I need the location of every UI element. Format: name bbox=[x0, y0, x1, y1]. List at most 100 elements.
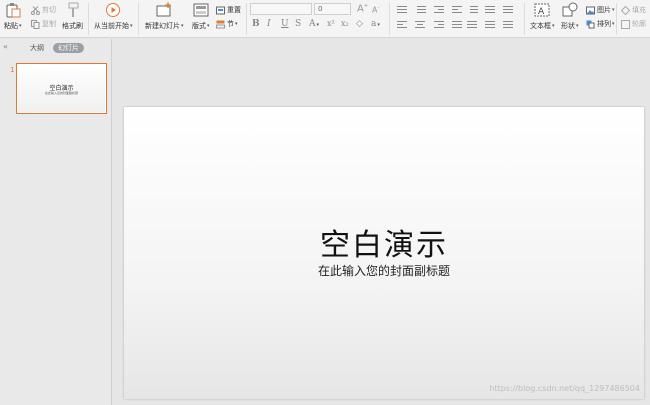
layout-label: 版式 bbox=[192, 22, 206, 30]
text-direction-icon[interactable] bbox=[502, 5, 514, 15]
slide-canvas[interactable]: 空白演示 在此输入您的封面副标题 https://blog.csdn.net/q… bbox=[124, 107, 644, 399]
layout-icon bbox=[193, 2, 209, 18]
slide-title[interactable]: 空白演示 bbox=[124, 220, 644, 264]
font-size-value: 0 bbox=[318, 5, 323, 13]
bold-icon[interactable]: B bbox=[252, 19, 260, 29]
paste-button[interactable]: 粘贴 ▾ bbox=[4, 2, 22, 31]
new-slide-icon bbox=[156, 2, 172, 18]
tab-slides[interactable]: 幻灯片 bbox=[53, 43, 84, 53]
line-spacing-icon[interactable] bbox=[466, 5, 478, 15]
decrease-font-icon: A- bbox=[372, 5, 380, 15]
svg-text:A: A bbox=[538, 7, 545, 17]
shapes-icon bbox=[562, 2, 578, 18]
play-icon bbox=[105, 2, 121, 18]
slide-thumbnail[interactable]: 空白演示 在此输入您的封面副标题 bbox=[16, 63, 107, 114]
textbox-button[interactable]: A 文本框 ▾ bbox=[530, 2, 555, 31]
chevron-down-icon: ▾ bbox=[181, 23, 184, 29]
reset-button[interactable]: 重置 bbox=[216, 5, 241, 15]
chevron-down-icon: ▾ bbox=[235, 21, 238, 27]
toolbar-divider bbox=[138, 3, 139, 35]
chevron-down-icon: ▾ bbox=[576, 23, 579, 29]
reset-icon bbox=[216, 6, 225, 15]
align-right-icon[interactable] bbox=[433, 20, 445, 30]
justify-icon[interactable] bbox=[451, 20, 463, 30]
chevron-down-icon: ▾ bbox=[612, 7, 615, 13]
format-painter-button[interactable]: 格式刷 bbox=[62, 2, 83, 31]
align-left-icon[interactable] bbox=[396, 20, 408, 30]
paste-label: 粘贴 bbox=[4, 22, 18, 30]
underline-icon[interactable]: U bbox=[281, 19, 289, 29]
numbered-list-icon[interactable] bbox=[414, 5, 426, 15]
outline-label: 轮廓 bbox=[632, 20, 646, 28]
font-size-select[interactable]: 0 bbox=[314, 3, 351, 15]
decrease-font-button[interactable]: A- bbox=[372, 5, 379, 15]
section-label: 节 bbox=[227, 20, 234, 28]
outline-icon bbox=[621, 19, 630, 29]
slides-panel: « 大纲 幻灯片 1 空白演示 在此输入您的封面副标题 bbox=[0, 39, 112, 405]
format-painter-label: 格式刷 bbox=[62, 22, 83, 30]
fill-label: 填充 bbox=[632, 6, 646, 14]
format-painter-icon bbox=[65, 2, 81, 18]
picture-button[interactable]: 图片 ▾ bbox=[586, 5, 615, 15]
new-slide-label: 新建幻灯片 bbox=[145, 22, 180, 30]
slide-number: 1 bbox=[10, 66, 15, 74]
font-color-icon[interactable]: A▾ bbox=[309, 19, 319, 29]
picture-label: 图片 bbox=[597, 6, 611, 14]
picture-icon bbox=[586, 6, 595, 15]
toolbar-divider bbox=[389, 3, 390, 35]
reset-label: 重置 bbox=[227, 6, 241, 14]
arrange-button[interactable]: 排列 ▾ bbox=[586, 19, 615, 29]
distribute-icon[interactable] bbox=[466, 20, 478, 30]
toolbar-divider bbox=[524, 3, 525, 35]
chevron-down-icon: ▾ bbox=[552, 23, 555, 29]
increase-indent-icon[interactable] bbox=[451, 5, 463, 15]
copy-icon bbox=[31, 19, 40, 29]
text-columns-icon[interactable] bbox=[484, 5, 496, 15]
cut-button[interactable]: 剪切 bbox=[31, 5, 56, 15]
clear-format-icon[interactable]: ◇ bbox=[356, 19, 363, 29]
superscript-icon[interactable]: x² bbox=[327, 19, 335, 28]
copy-label: 复制 bbox=[42, 20, 56, 28]
toolbar-divider bbox=[88, 3, 89, 35]
chevron-down-icon: ▾ bbox=[612, 21, 615, 27]
toolbar-divider bbox=[616, 3, 617, 35]
paragraph-settings-icon[interactable] bbox=[502, 20, 514, 30]
from-current-button[interactable]: 从当前开始 ▾ bbox=[94, 2, 133, 31]
increase-font-icon: A+ bbox=[357, 3, 369, 15]
collapse-panel-icon[interactable]: « bbox=[3, 42, 8, 51]
shadow-icon[interactable]: S bbox=[295, 19, 301, 29]
arrange-label: 排列 bbox=[597, 20, 611, 28]
chevron-down-icon: ▾ bbox=[19, 23, 22, 29]
from-current-label: 从当前开始 bbox=[94, 22, 129, 30]
thumbnail-subtitle: 在此输入您的封面副标题 bbox=[44, 91, 78, 95]
new-slide-button[interactable]: 新建幻灯片 ▾ bbox=[145, 2, 184, 31]
subscript-icon[interactable]: x₂ bbox=[341, 19, 349, 28]
text-highlight-icon[interactable]: a▾ bbox=[371, 19, 380, 29]
slide-subtitle[interactable]: 在此输入您的封面副标题 bbox=[124, 262, 644, 279]
fill-button[interactable]: 填充 bbox=[620, 5, 646, 15]
layout-button[interactable]: 版式 ▾ bbox=[192, 2, 210, 31]
scissors-icon bbox=[31, 5, 40, 15]
chevron-down-icon: ▾ bbox=[207, 23, 210, 29]
italic-icon[interactable]: I bbox=[267, 19, 271, 29]
toolbar-divider bbox=[246, 3, 247, 35]
copy-button[interactable]: 复制 bbox=[31, 19, 56, 29]
section-icon bbox=[216, 20, 225, 29]
cut-label: 剪切 bbox=[42, 6, 56, 14]
shape-button[interactable]: 形状 ▾ bbox=[561, 2, 579, 31]
outline-button[interactable]: 轮廓 bbox=[621, 19, 646, 29]
font-name-select[interactable] bbox=[250, 3, 312, 15]
tab-outline[interactable]: 大纲 bbox=[30, 43, 44, 53]
section-button[interactable]: 节 ▾ bbox=[216, 19, 238, 29]
increase-font-button[interactable]: A+ bbox=[357, 3, 369, 15]
arrange-icon bbox=[586, 20, 595, 29]
shape-label: 形状 bbox=[561, 22, 575, 30]
align-center-icon[interactable] bbox=[414, 20, 426, 30]
vertical-align-icon[interactable] bbox=[484, 20, 496, 30]
decrease-indent-icon[interactable] bbox=[433, 5, 445, 15]
bullet-list-icon[interactable] bbox=[396, 5, 408, 15]
textbox-icon: A bbox=[534, 2, 550, 18]
slide-thumbnail-preview: 空白演示 在此输入您的封面副标题 bbox=[18, 65, 105, 112]
fill-icon bbox=[620, 5, 631, 15]
chevron-down-icon: ▾ bbox=[130, 23, 133, 29]
